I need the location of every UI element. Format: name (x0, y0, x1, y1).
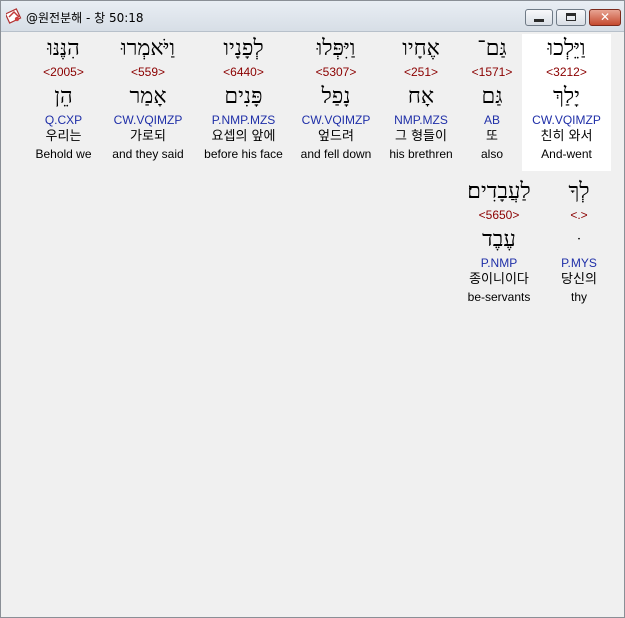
word-column[interactable]: אֶחָיו <251> אָח NMP.MZS 그 형들이 his breth… (381, 34, 461, 171)
strong-number: <251> (403, 65, 439, 79)
hebrew-word: וַיֹּאמְרוּ (120, 36, 176, 61)
morphology-code: P.MYS (561, 256, 597, 270)
english-gloss: his brethren (389, 147, 453, 161)
morphology-code: P.NMP (480, 256, 518, 270)
korean-gloss: 엎드려 (318, 129, 354, 144)
app-window: @원전분해 - 창 50:18 ✕ וַיֵּלְכוּ <3212> יָלַ… (0, 0, 625, 618)
english-gloss: thy (570, 290, 587, 304)
hebrew-lemma: ּ (550, 225, 608, 255)
korean-gloss: 가로되 (130, 129, 166, 144)
strong-number: <1571> (471, 65, 513, 79)
strong-number: <5650> (478, 208, 520, 222)
minimize-button[interactable] (525, 9, 553, 26)
strong-number: <559> (130, 65, 166, 79)
morphology-code: AB (483, 113, 500, 127)
hebrew-lemma: נָפַל (321, 84, 351, 109)
app-icon[interactable] (4, 8, 22, 24)
close-icon: ✕ (599, 10, 611, 24)
morphology-code: Q.CXP (44, 113, 83, 127)
korean-gloss: 요셉의 앞에 (211, 129, 276, 144)
title-bar[interactable]: @원전분해 - 창 50:18 ✕ (1, 1, 624, 32)
hebrew-word: הִנֶּנּוּ (47, 36, 80, 61)
english-gloss: and they said (112, 147, 184, 161)
interlinear-panel: וַיֵּלְכוּ <3212> יָלַךְ CW.VQIMZP 친히 와서… (5, 32, 621, 613)
strong-number: <2005> (43, 65, 84, 79)
word-column[interactable]: וַיֵּלְכוּ <3212> יָלַךְ CW.VQIMZP 친히 와서… (522, 34, 611, 171)
word-column[interactable]: הִנֶּנּוּ <2005> הֵן Q.CXP 우리는 Behold we (25, 34, 102, 171)
english-gloss: and fell down (300, 147, 372, 161)
word-column[interactable]: לְפָנָיו <6440> פָּנִים P.NMP.MZS 요셉의 앞에… (196, 34, 291, 171)
english-gloss: Behold we (35, 147, 92, 161)
strong-number: <6440> (223, 65, 264, 79)
korean-gloss: 당신의 (561, 272, 597, 287)
hebrew-lemma: הֵן (54, 84, 73, 109)
word-column[interactable]: וַיֹּאמְרוּ <559> אָמַר CW.VQIMZP 가로되 an… (104, 34, 192, 171)
minimize-icon (534, 19, 544, 22)
hebrew-lemma: יָלַךְ (553, 84, 580, 109)
maximize-button[interactable] (556, 9, 586, 26)
morphology-code: CW.VQIMZP (532, 113, 601, 127)
english-gloss: be-servants (467, 290, 531, 304)
hebrew-lemma: פָּנִים (224, 84, 263, 109)
hebrew-word: אֶחָיו (402, 36, 440, 61)
hebrew-word: לַעֲבָדִים׃ (467, 179, 531, 204)
english-gloss: before his face (204, 147, 283, 161)
hebrew-word: לְךָ (568, 179, 590, 204)
hebrew-lemma: אָח (407, 84, 435, 109)
hebrew-word: גַּם־ (477, 36, 507, 61)
english-gloss: also (480, 147, 503, 161)
word-column[interactable]: גַּם־ <1571> גַּם AB 또 also (463, 34, 521, 171)
strong-number: <.> (570, 208, 588, 222)
word-column[interactable]: וַיִּפְּלוּ <5307> נָפַל CW.VQIMZP 엎드려 a… (293, 34, 379, 171)
word-column[interactable]: לְךָ <.> ּ P.MYS 당신의 thy (550, 177, 608, 314)
maximize-icon (566, 13, 576, 21)
korean-gloss: 또 (486, 129, 498, 144)
morphology-code: CW.VQIMZP (113, 113, 183, 127)
window-title: @원전분해 - 창 50:18 (26, 11, 144, 25)
word-column[interactable]: לַעֲבָדִים׃ <5650> עֶבֶד P.NMP 종이니이다 be-… (457, 177, 541, 314)
hebrew-lemma: גַּם (481, 84, 503, 109)
korean-gloss: 친히 와서 (540, 129, 593, 144)
hebrew-word: וַיִּפְּלוּ (316, 36, 356, 61)
morphology-code: CW.VQIMZP (301, 113, 371, 127)
hebrew-lemma: עֶבֶד (482, 227, 516, 252)
korean-gloss: 우리는 (45, 129, 82, 144)
english-gloss: And-went (541, 147, 592, 161)
morphology-code: P.NMP.MZS (211, 113, 276, 127)
korean-gloss: 종이니이다 (469, 272, 529, 287)
hebrew-word: וַיֵּלְכוּ (547, 36, 586, 61)
hebrew-word: לְפָנָיו (223, 36, 264, 61)
korean-gloss: 그 형들이 (395, 129, 447, 144)
hebrew-lemma: אָמַר (129, 84, 167, 109)
morphology-code: NMP.MZS (394, 113, 448, 127)
strong-number: <3212> (546, 65, 587, 79)
strong-number: <5307> (315, 65, 357, 79)
close-button[interactable]: ✕ (589, 9, 621, 26)
